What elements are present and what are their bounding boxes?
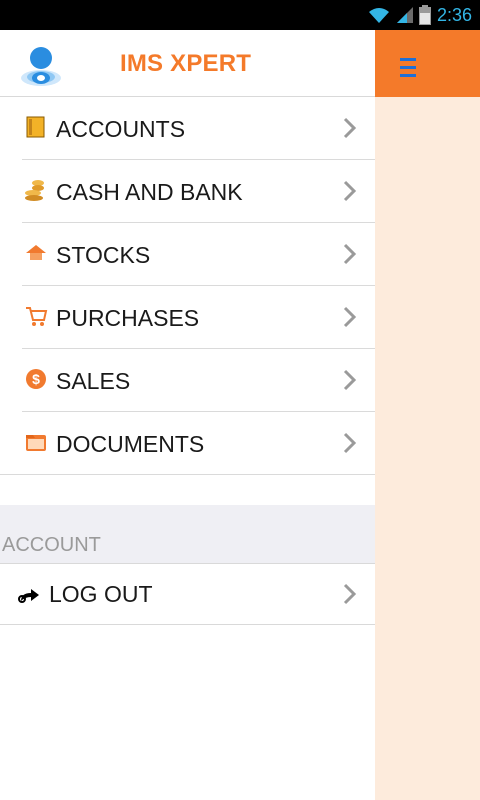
coins-icon bbox=[25, 180, 44, 201]
menu-item-label: PURCHASES bbox=[56, 305, 200, 331]
menu-item-accounts[interactable]: ACCOUNTS bbox=[0, 97, 375, 160]
menu-item-purchases[interactable]: PURCHASES bbox=[0, 286, 375, 349]
chevron-right-icon bbox=[343, 432, 357, 454]
app-title: IMS XPERT bbox=[120, 50, 252, 77]
main-action-bar bbox=[375, 30, 480, 97]
drawer-header: IMS XPERT bbox=[0, 30, 375, 97]
chevron-right-icon bbox=[343, 180, 357, 202]
logout-item[interactable]: LOG OUT bbox=[0, 564, 375, 625]
dollar-icon: $ bbox=[26, 369, 46, 389]
book-icon bbox=[26, 116, 45, 138]
logout-icon bbox=[18, 589, 39, 603]
app-logo-icon bbox=[21, 47, 61, 86]
chevron-right-icon bbox=[343, 306, 357, 328]
navigation-drawer: IMS XPERT ACCOUNTS CASH AND BANK STOCKS … bbox=[0, 30, 375, 800]
clock: 2:36 bbox=[436, 4, 472, 25]
menu-list: ACCOUNTS CASH AND BANK STOCKS PURCHASES … bbox=[0, 97, 375, 475]
menu-item-label: CASH AND BANK bbox=[56, 179, 243, 205]
menu-item-label: STOCKS bbox=[56, 242, 151, 268]
chevron-right-icon bbox=[343, 117, 357, 139]
divider bbox=[0, 474, 375, 475]
menu-item-label: DOCUMENTS bbox=[56, 431, 205, 457]
main-content-panel bbox=[375, 30, 480, 800]
menu-item-label: ACCOUNTS bbox=[56, 116, 186, 142]
menu-item-cash-and-bank[interactable]: CASH AND BANK bbox=[0, 160, 375, 223]
menu-item-documents[interactable]: DOCUMENTS bbox=[0, 412, 375, 475]
chevron-right-icon bbox=[343, 369, 357, 391]
home-icon bbox=[26, 245, 46, 260]
svg-text:$: $ bbox=[32, 371, 40, 387]
account-section-header: ACCOUNT bbox=[0, 505, 375, 564]
wifi-icon bbox=[368, 8, 389, 23]
chevron-right-icon bbox=[343, 583, 357, 605]
menu-item-label: SALES bbox=[56, 368, 131, 394]
hamburger-menu-icon[interactable] bbox=[400, 58, 416, 78]
logout-label: LOG OUT bbox=[49, 581, 153, 607]
folder-icon bbox=[26, 435, 46, 451]
status-icons: 2:36 bbox=[367, 0, 472, 30]
menu-item-sales[interactable]: $ SALES bbox=[0, 349, 375, 412]
battery-icon bbox=[418, 5, 431, 25]
cart-icon bbox=[26, 307, 48, 326]
status-bar: 2:36 bbox=[0, 0, 480, 30]
signal-icon bbox=[396, 7, 413, 23]
menu-item-stocks[interactable]: STOCKS bbox=[0, 223, 375, 286]
section-label: ACCOUNT bbox=[2, 534, 101, 556]
chevron-right-icon bbox=[343, 243, 357, 265]
